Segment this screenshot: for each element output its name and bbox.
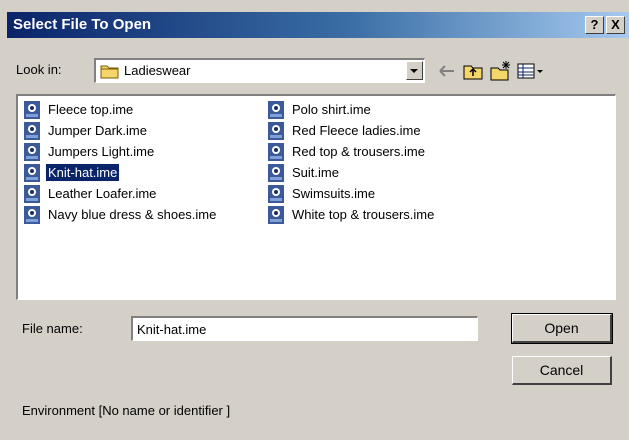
- look-in-dropdown[interactable]: Ladieswear: [94, 58, 425, 83]
- ime-file-icon: [268, 206, 284, 224]
- ime-file-icon: [24, 164, 40, 182]
- ime-file-icon: [24, 122, 40, 140]
- new-folder-icon[interactable]: [489, 60, 511, 82]
- file-list[interactable]: Fleece top.ime Jumper Dark.ime Jumpers L…: [16, 94, 616, 300]
- title-bar[interactable]: Select File To Open ? X: [7, 12, 629, 38]
- back-arrow-icon[interactable]: [436, 60, 458, 82]
- file-name-input[interactable]: [131, 316, 478, 341]
- help-button[interactable]: ?: [585, 16, 604, 34]
- file-name: Polo shirt.ime: [292, 102, 371, 117]
- ime-file-icon: [24, 185, 40, 203]
- look-in-value: Ladieswear: [124, 63, 191, 78]
- file-name: Knit-hat.ime: [44, 163, 121, 182]
- ime-file-icon: [268, 101, 284, 119]
- cancel-button[interactable]: Cancel: [512, 356, 612, 385]
- file-name: Suit.ime: [292, 165, 339, 180]
- ime-file-icon: [268, 143, 284, 161]
- file-name: Swimsuits.ime: [292, 186, 376, 201]
- file-name: Red top & trousers.ime: [292, 144, 425, 159]
- file-name: Fleece top.ime: [48, 102, 134, 117]
- file-name: White top & trousers.ime: [292, 207, 435, 222]
- look-in-label: Look in:: [16, 62, 62, 77]
- chevron-down-icon[interactable]: [406, 61, 423, 80]
- ime-file-icon: [24, 101, 40, 119]
- dialog-title: Select File To Open: [13, 16, 152, 33]
- file-name: Leather Loafer.ime: [48, 186, 157, 201]
- ime-file-icon: [24, 143, 40, 161]
- open-button[interactable]: Open: [511, 313, 613, 344]
- file-name: Jumper Dark.ime: [48, 123, 147, 138]
- file-name: Navy blue dress & shoes.ime: [48, 207, 217, 222]
- ime-file-icon: [268, 185, 284, 203]
- up-one-level-icon[interactable]: [462, 60, 484, 82]
- close-button[interactable]: X: [606, 16, 625, 34]
- file-name: Jumpers Light.ime: [48, 144, 155, 159]
- file-name: Red Fleece ladies.ime: [292, 123, 421, 138]
- environment-status: Environment [No name or identifier ]: [22, 403, 231, 418]
- select-file-dialog: Select File To Open ? X Look in: Ladiesw…: [0, 0, 629, 440]
- ime-file-icon: [268, 164, 284, 182]
- view-menu-icon[interactable]: [516, 60, 546, 82]
- folder-icon: [100, 65, 119, 79]
- ime-file-icon: [268, 122, 284, 140]
- ime-file-icon: [24, 206, 40, 224]
- file-name-label: File name:: [22, 321, 83, 336]
